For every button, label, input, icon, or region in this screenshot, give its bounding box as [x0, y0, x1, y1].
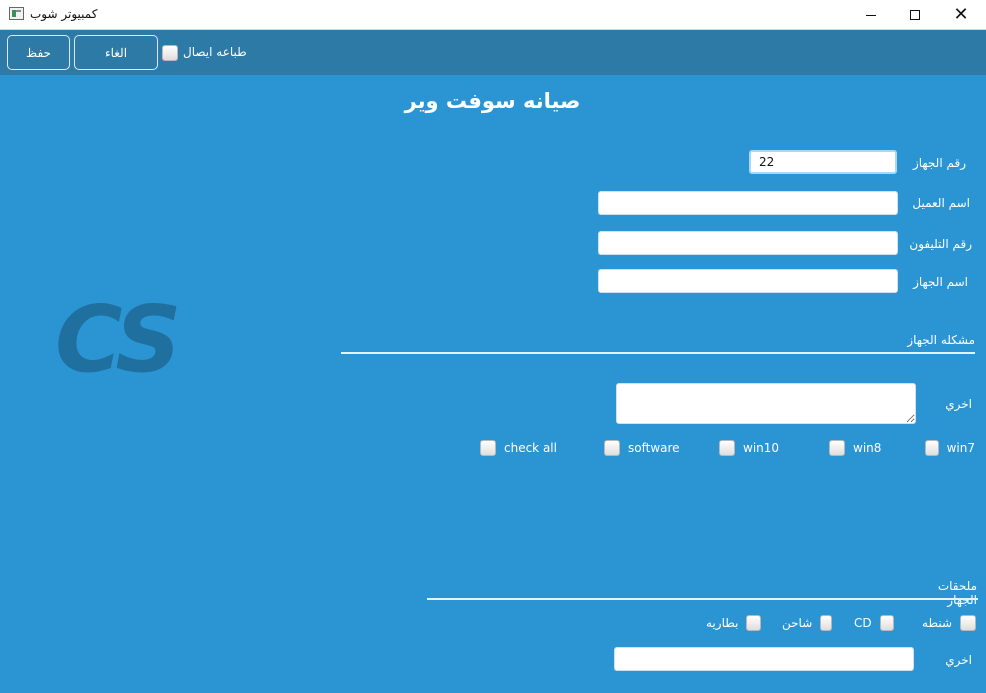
problem-win8-checkbox[interactable] — [829, 440, 845, 456]
print-receipt-checkbox[interactable] — [162, 45, 178, 61]
close-button[interactable]: ✕ — [938, 0, 984, 30]
window-titlebar: كمبيوتر شوب ✕ — [0, 0, 986, 30]
problem-win10-checkbox[interactable] — [719, 440, 735, 456]
accessory-charger-label: شاحن — [782, 616, 813, 630]
accessories-other-label: اخري — [945, 653, 972, 667]
maximize-button[interactable] — [892, 0, 938, 30]
close-icon: ✕ — [953, 4, 969, 25]
customer-name-label: اسم العميل — [912, 196, 970, 210]
device-problem-divider — [341, 352, 975, 354]
problem-win7-label: win7 — [946, 441, 975, 455]
accessory-charger-checkbox[interactable] — [820, 615, 832, 631]
accessories-section-title: ملحقات الجهاز — [937, 579, 977, 607]
phone-number-label: رقم التليفون — [909, 237, 972, 251]
save-button[interactable]: حفظ — [7, 35, 70, 70]
device-name-input[interactable] — [598, 269, 898, 293]
problem-software-label: software — [628, 441, 680, 455]
accessory-battery-checkbox[interactable] — [746, 615, 761, 631]
problem-win10[interactable]: win10 — [719, 439, 789, 457]
print-receipt-label: طباعه ايصال — [183, 45, 247, 59]
minimize-button[interactable] — [848, 0, 894, 30]
phone-number-input[interactable] — [598, 231, 898, 255]
accessory-battery[interactable]: بطاريه — [706, 614, 761, 632]
accessory-cd[interactable]: CD — [854, 614, 894, 632]
device-name-label: اسم الجهاز — [913, 275, 968, 289]
device-number-label: رقم الجهاز — [912, 156, 966, 170]
app-window-icon — [9, 7, 24, 20]
problem-other-textarea[interactable] — [616, 383, 916, 424]
page-title: صيانه سوفت وير — [404, 89, 581, 113]
cancel-button[interactable]: الغاء — [74, 35, 158, 70]
accessory-cd-checkbox[interactable] — [879, 615, 894, 631]
toolbar: حفظ الغاء طباعه ايصال — [0, 30, 986, 75]
maximize-icon — [910, 10, 920, 20]
accessory-battery-label: بطاريه — [706, 616, 739, 630]
problem-win7[interactable]: win7 — [925, 439, 975, 457]
problem-win10-label: win10 — [743, 441, 780, 455]
maintenance-form: صيانه سوفت وير CS رقم الجهاز اسم العميل … — [0, 75, 986, 693]
problem-other-label: اخري — [945, 397, 972, 411]
accessories-other-input[interactable] — [614, 647, 914, 671]
device-problem-section-title: مشكله الجهاز — [907, 333, 975, 347]
problem-software-checkbox[interactable] — [604, 440, 620, 456]
problem-win7-checkbox[interactable] — [925, 440, 939, 456]
problem-check-all-label: check all — [504, 441, 557, 455]
customer-name-input[interactable] — [598, 191, 898, 215]
accessories-divider — [427, 598, 978, 600]
problem-win8[interactable]: win8 — [829, 439, 889, 457]
cs-logo: CS — [55, 286, 181, 393]
accessory-bag[interactable]: شنطه — [922, 614, 976, 632]
device-number-input[interactable] — [749, 150, 897, 174]
accessory-charger[interactable]: شاحن — [782, 614, 832, 632]
accessory-cd-label: CD — [854, 616, 872, 630]
window-title: كمبيوتر شوب — [30, 7, 98, 21]
problem-software[interactable]: software — [604, 439, 684, 457]
accessory-bag-label: شنطه — [922, 616, 952, 630]
problem-win8-label: win8 — [853, 441, 882, 455]
minimize-icon — [866, 14, 876, 16]
problem-check-all[interactable]: check all — [480, 439, 560, 457]
problem-check-all-checkbox[interactable] — [480, 440, 496, 456]
accessory-bag-checkbox[interactable] — [960, 615, 976, 631]
